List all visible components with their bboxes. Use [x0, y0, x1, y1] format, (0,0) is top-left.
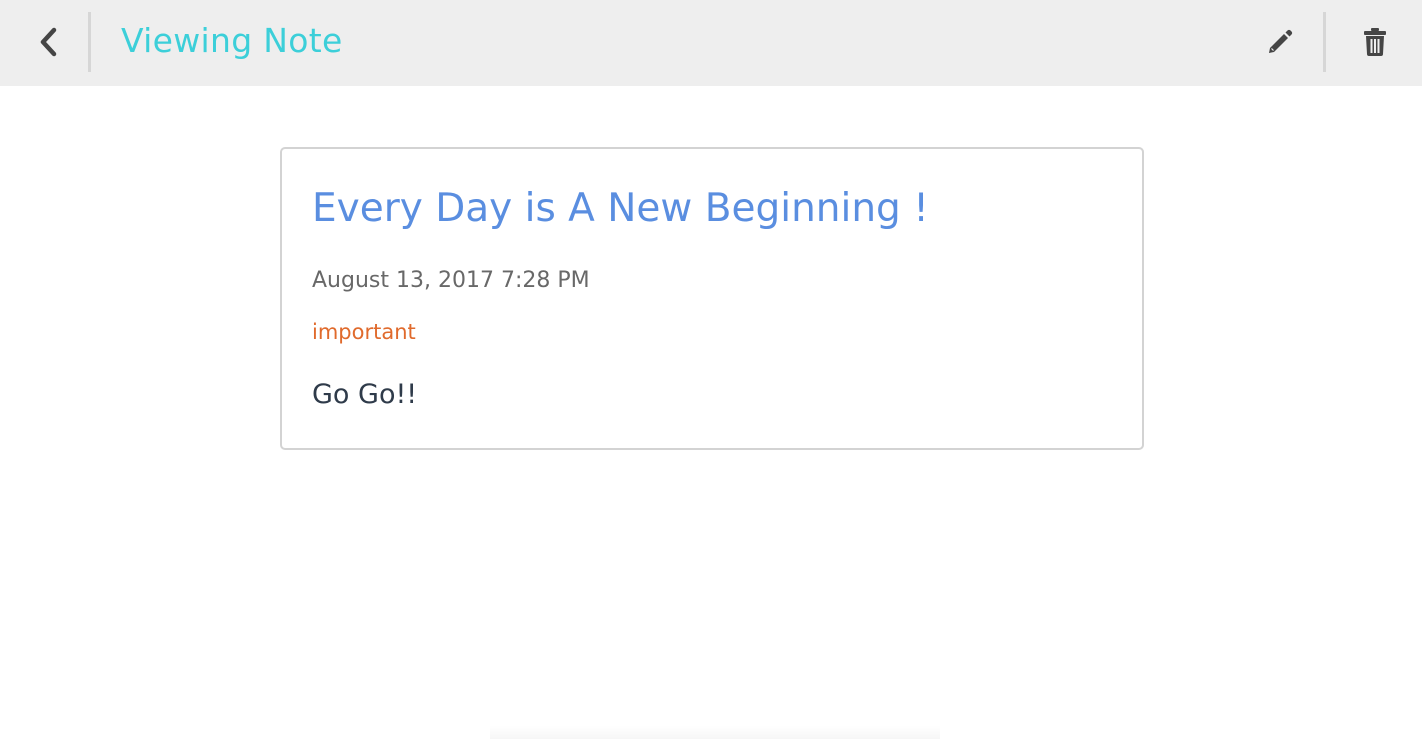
header-bar: Viewing Note: [0, 0, 1422, 86]
note-title: Every Day is A New Beginning !: [312, 186, 929, 231]
chevron-left-icon: [40, 27, 57, 57]
bottom-scroll-shadow: [490, 726, 940, 739]
page-title: Viewing Note: [121, 21, 343, 60]
back-button[interactable]: [22, 12, 76, 72]
note-date: August 13, 2017 7:28 PM: [312, 268, 590, 293]
header-divider-right: [1323, 12, 1326, 72]
edit-button[interactable]: [1252, 12, 1308, 72]
delete-button[interactable]: [1347, 12, 1403, 72]
app-root: Viewing Note Every Day is A New Beginnin…: [0, 0, 1422, 739]
note-card: Every Day is A New Beginning ! August 13…: [280, 147, 1144, 450]
pencil-icon: [1269, 29, 1293, 53]
note-tag[interactable]: important: [312, 317, 416, 347]
trash-icon: [1364, 28, 1386, 56]
header-divider-left: [88, 12, 91, 72]
note-body: Go Go!!: [312, 379, 418, 410]
